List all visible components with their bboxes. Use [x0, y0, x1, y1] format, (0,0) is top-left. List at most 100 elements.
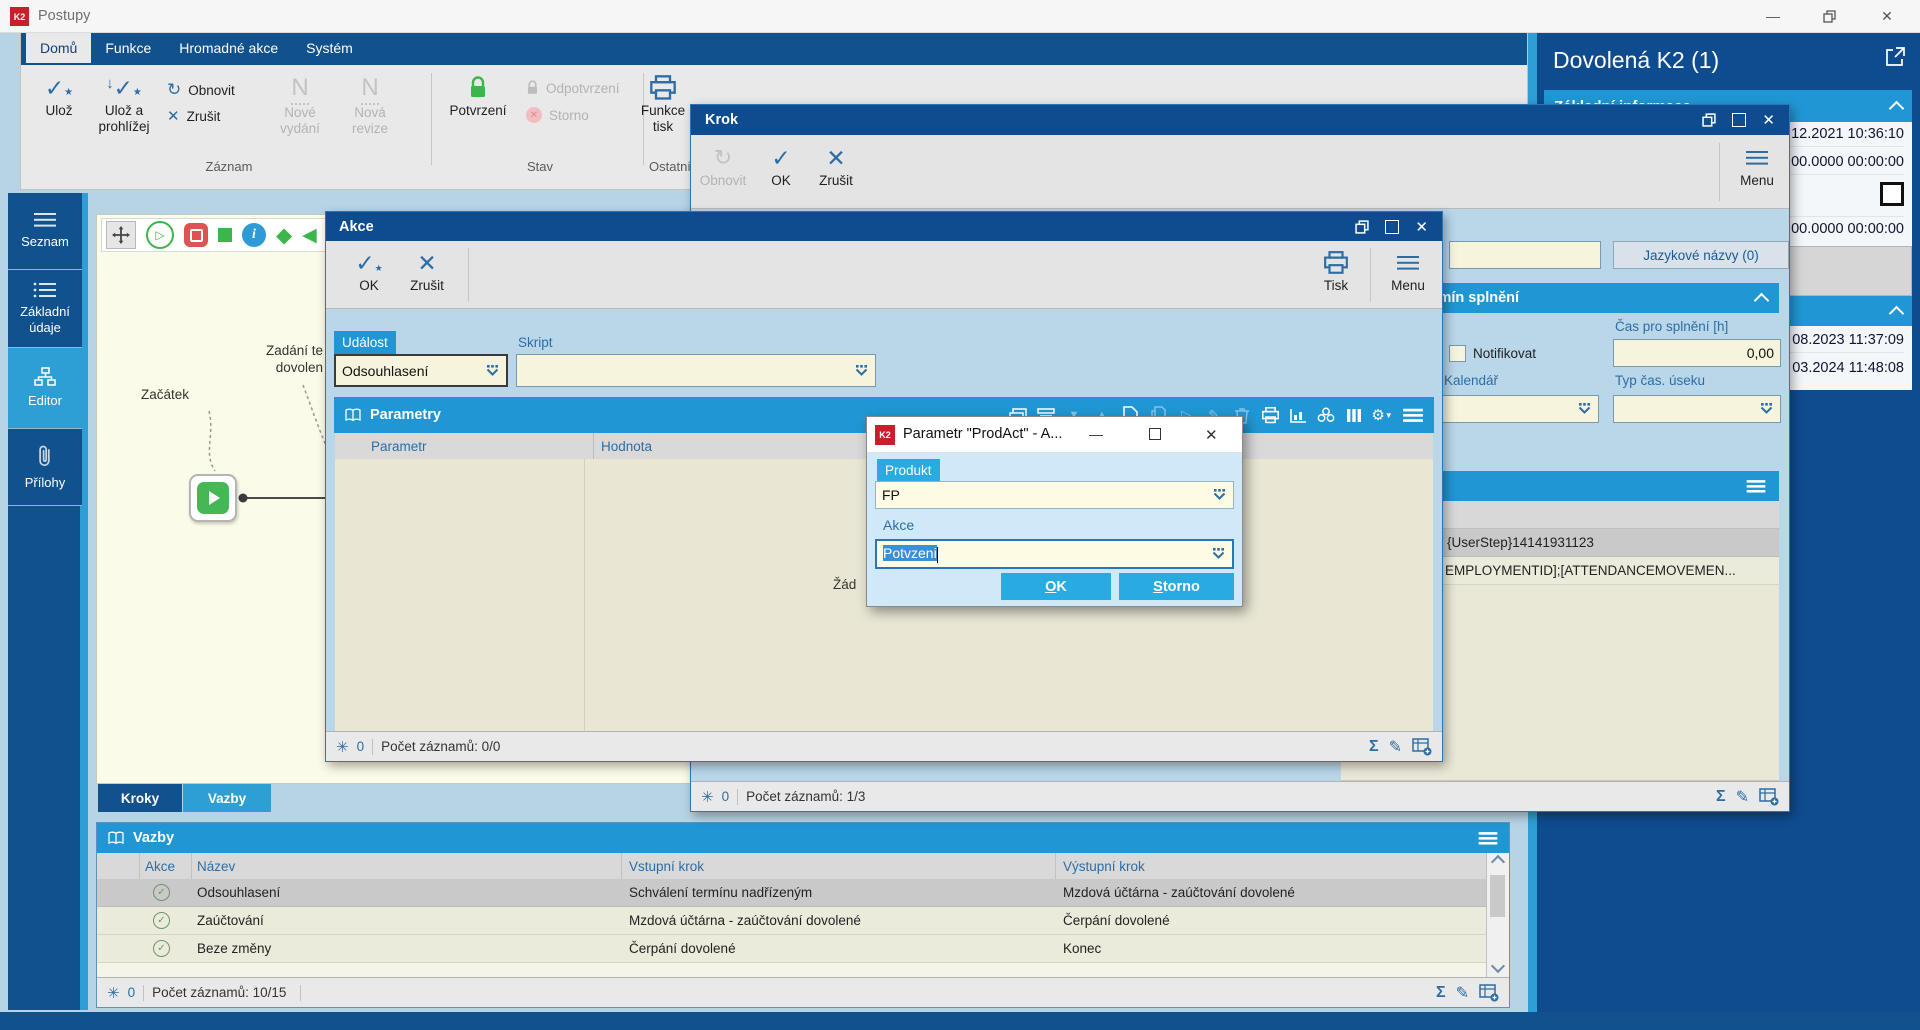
potvrzeni-button[interactable]: Potvrzení	[441, 73, 515, 119]
krok-titlebar[interactable]: Krok ✕	[691, 105, 1789, 135]
nova-revize-button[interactable]: N Nová revize	[339, 73, 401, 136]
sidebar-item-prilohy[interactable]: Přílohy	[8, 429, 82, 506]
notifikovat-checkbox[interactable]	[1449, 345, 1466, 362]
list-menu-icon[interactable]	[1746, 479, 1766, 493]
maximize-icon[interactable]	[1732, 113, 1747, 127]
restore-icon[interactable]	[1355, 219, 1370, 234]
close-icon[interactable]: ✕	[1415, 218, 1428, 236]
krok-title: Krok	[705, 112, 739, 128]
krok-name-field[interactable]	[1449, 241, 1601, 269]
sidebar-item-editor[interactable]: Editor	[8, 348, 82, 429]
vazby-menu-icon[interactable]	[1478, 831, 1498, 845]
akce-zrusit-button[interactable]: ✕ Zrušit	[398, 248, 456, 294]
akce-titlebar[interactable]: Akce ✕	[326, 212, 1442, 241]
sidebar-item-zakladni-udaje[interactable]: Základní údaje	[8, 270, 82, 348]
column-hodnota[interactable]: Hodnota	[601, 439, 652, 454]
table-row[interactable]: ✓ Beze změny Čerpání dovolené Konec	[97, 935, 1486, 963]
column-vstupni-krok[interactable]: Vstupní krok	[629, 859, 704, 874]
open-external-icon[interactable]	[1884, 46, 1906, 68]
akce-menu-button[interactable]: Menu	[1382, 248, 1434, 294]
funkce-tisk-button[interactable]: Funkce tisk	[633, 73, 693, 134]
table-scrollbar[interactable]	[1486, 853, 1508, 977]
restore-icon[interactable]	[1702, 113, 1717, 127]
krok-zrusit-button[interactable]: ✕ Zrušit	[807, 143, 865, 189]
sum-button[interactable]: Σ	[1436, 984, 1446, 1002]
tab-kroky[interactable]: Kroky	[98, 784, 182, 812]
edit-button[interactable]: ✎	[1389, 737, 1402, 757]
add-record-icon[interactable]	[1412, 737, 1432, 756]
edit-button[interactable]: ✎	[1456, 983, 1469, 1003]
scroll-down-icon[interactable]	[1490, 958, 1506, 974]
typ-cas-useku-combo[interactable]	[1613, 395, 1781, 423]
dialog-storno-button[interactable]: Storno	[1119, 573, 1234, 600]
udalost-combo[interactable]: Odsouhlasení	[334, 354, 508, 387]
sum-button[interactable]: Σ	[1369, 738, 1379, 756]
restore-button[interactable]	[1801, 0, 1857, 32]
maximize-icon[interactable]	[1149, 428, 1161, 440]
maximize-icon[interactable]	[1385, 219, 1400, 234]
akce-ok-button[interactable]: ✓ ★ OK	[340, 248, 398, 294]
start-node-play-icon	[197, 482, 229, 514]
dialog-title: Parametr "ProdAct" - A...	[903, 426, 1063, 442]
close-icon[interactable]: ✕	[1762, 111, 1775, 129]
storno-button[interactable]: ✕ Storno	[526, 107, 589, 123]
dialog-ok-button[interactable]: OK	[1001, 573, 1111, 600]
scroll-thumb[interactable]	[1490, 875, 1505, 917]
add-record-icon[interactable]	[1479, 983, 1499, 1002]
add-record-icon[interactable]	[1759, 787, 1779, 806]
tab-vazby[interactable]: Vazby	[183, 784, 271, 812]
dialog-titlebar[interactable]: K2 Parametr "ProdAct" - A... — ✕	[867, 417, 1242, 453]
close-button[interactable]: ✕	[1857, 0, 1917, 32]
nove-vydani-button[interactable]: N Nové vydání	[269, 73, 331, 136]
settings-gear-icon[interactable]: ⚙ ▼	[1370, 403, 1394, 427]
records-count: Počet záznamů: 0/0	[381, 739, 501, 754]
skript-combo[interactable]	[516, 354, 876, 387]
akce-combo[interactable]: Potvzeni	[875, 539, 1234, 569]
minimize-icon[interactable]: —	[1089, 426, 1103, 442]
start-node[interactable]	[189, 474, 237, 522]
cluster-icon[interactable]	[1314, 403, 1338, 427]
collapse-icon[interactable]	[1753, 292, 1770, 308]
collapse-icon[interactable]	[1888, 305, 1905, 321]
akce-toolbar: ✓ ★ OK ✕ Zrušit Tisk Menu	[326, 241, 1442, 309]
ribbon-tab-funkce[interactable]: Funkce	[91, 33, 165, 63]
chart-icon[interactable]	[1286, 403, 1310, 427]
akce-tisk-button[interactable]: Tisk	[1310, 248, 1362, 294]
columns-icon[interactable]	[1342, 403, 1366, 427]
produkt-combo[interactable]: FP	[875, 481, 1234, 509]
close-icon[interactable]: ✕	[1205, 426, 1218, 444]
krok-menu-button[interactable]: Menu	[1731, 143, 1783, 189]
scroll-up-icon[interactable]	[1490, 854, 1506, 870]
column-akce[interactable]: Akce	[145, 859, 175, 874]
refresh-icon: ↻	[713, 145, 733, 171]
parametry-menu-icon[interactable]	[1403, 408, 1423, 422]
dropdown-icon	[486, 364, 499, 376]
kalendar-label: Kalendář	[1444, 373, 1499, 388]
flag-checkbox[interactable]	[1880, 182, 1904, 206]
cas-pro-splneni-input[interactable]: 0,00	[1613, 339, 1781, 367]
column-nazev[interactable]: Název	[197, 859, 235, 874]
jazykove-nazvy-button[interactable]: Jazykové názvy (0)	[1613, 241, 1789, 269]
ribbon-tab-system[interactable]: Systém	[292, 33, 367, 63]
obnovit-button[interactable]: ↻ Obnovit	[167, 80, 235, 100]
table-row[interactable]: ✓ Zaúčtování Mzdová účtárna - zaúčtování…	[97, 907, 1486, 935]
print-icon[interactable]	[1258, 403, 1282, 427]
odpotvrzeni-button[interactable]: Odpotvrzení	[526, 80, 620, 96]
ribbon-tab-domu[interactable]: Domů	[26, 33, 92, 63]
uloz-button[interactable]: ✓ ★ Ulož	[31, 73, 87, 119]
uloz-a-prohlizej-button[interactable]: ↓ ✓ ★ Ulož a prohlížej	[89, 73, 159, 134]
column-parametr[interactable]: Parametr	[371, 439, 427, 454]
edit-button[interactable]: ✎	[1736, 787, 1749, 807]
sum-button[interactable]: Σ	[1716, 788, 1726, 806]
table-row[interactable]: ✓ Odsouhlasení Schválení termínu nadříze…	[97, 879, 1486, 907]
sidebar-item-seznam[interactable]: Seznam	[8, 193, 82, 270]
ribbon-tab-hromadne-akce[interactable]: Hromadné akce	[165, 33, 292, 63]
app-titlebar: K2 Postupy — ✕	[0, 0, 1920, 33]
collapse-icon[interactable]	[1888, 100, 1905, 116]
krok-ok-button[interactable]: ✓ OK	[755, 143, 807, 189]
column-vystupni-krok[interactable]: Výstupní krok	[1063, 859, 1145, 874]
zrusit-button[interactable]: ✕ Zrušit	[167, 107, 220, 125]
minimize-button[interactable]: —	[1745, 0, 1801, 32]
vazby-panel-title: Vazby	[133, 830, 175, 846]
krok-obnovit-button[interactable]: ↻ Obnovit	[691, 143, 755, 189]
